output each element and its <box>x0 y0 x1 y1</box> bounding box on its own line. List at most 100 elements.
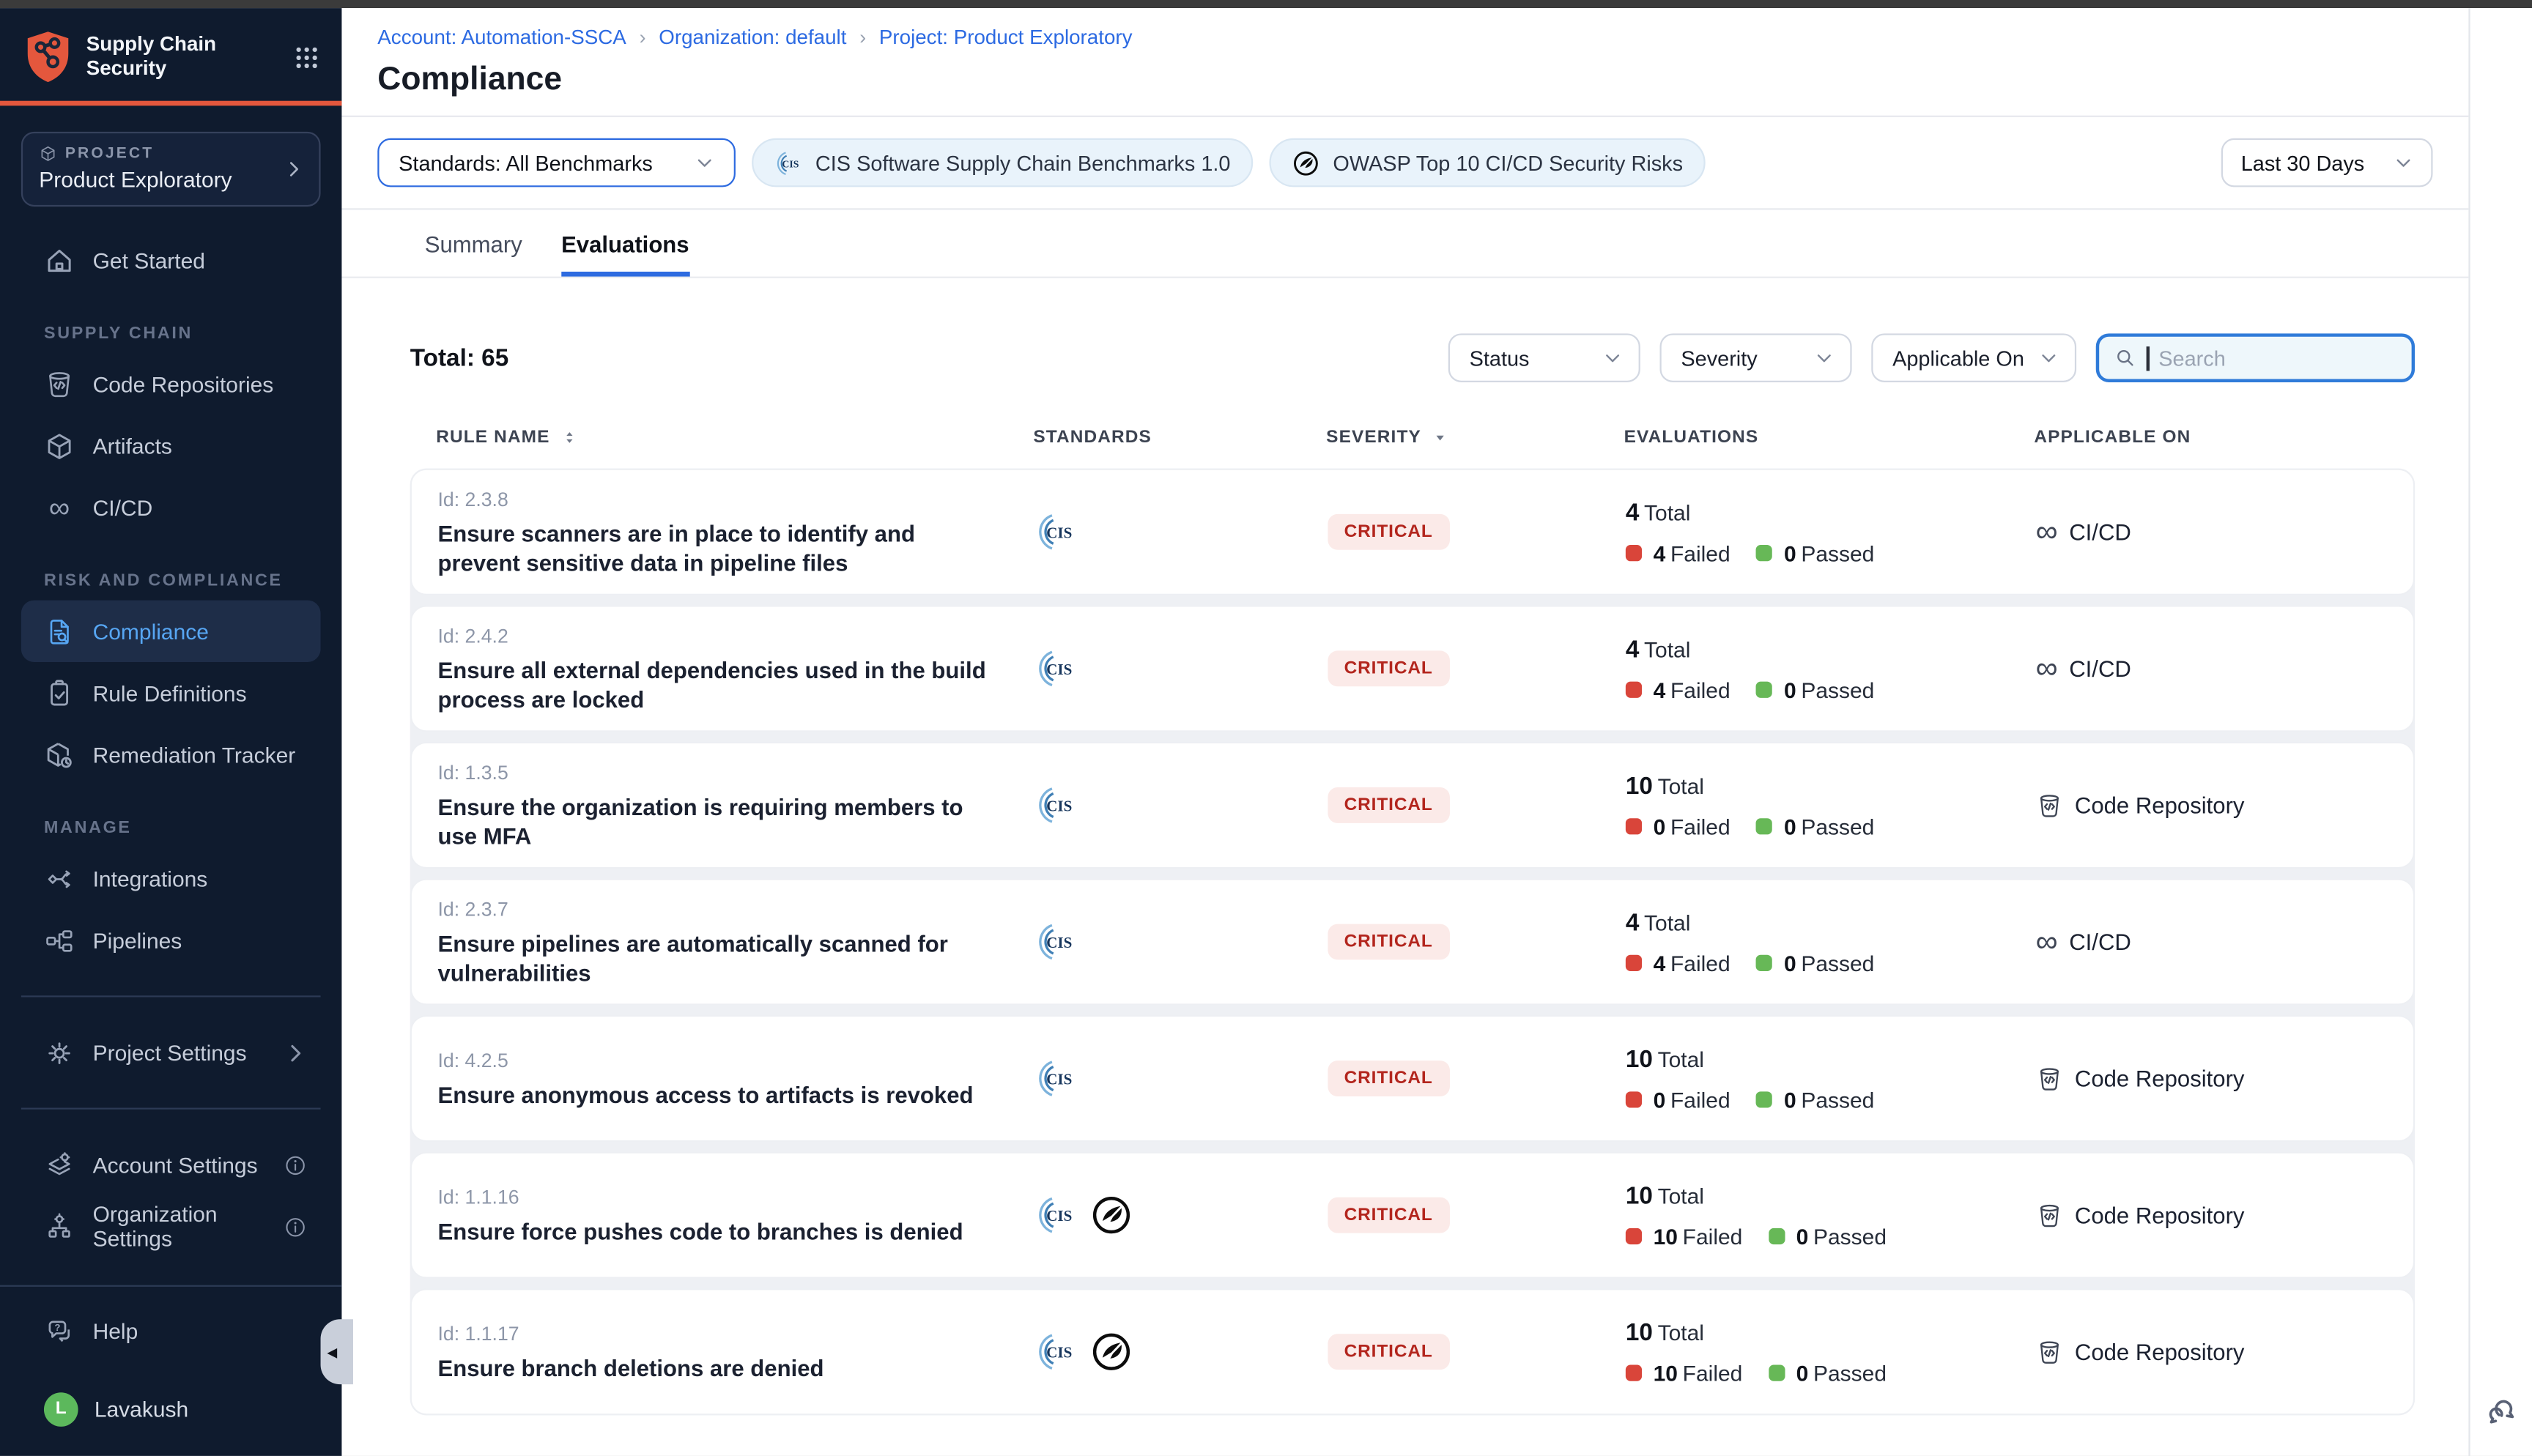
total-label: Total <box>1658 1320 1704 1344</box>
sidebar-item-get-started[interactable]: Get Started <box>21 229 321 291</box>
table-row[interactable]: Id: 1.1.17 Ensure branch deletions are d… <box>410 1288 2415 1415</box>
code-repository-icon <box>2036 1338 2064 1366</box>
browser-edge-bar <box>0 0 2532 8</box>
table-row[interactable]: Id: 2.4.2 Ensure all external dependenci… <box>410 605 2415 732</box>
standards-cell <box>1035 921 1328 963</box>
total-label: Total <box>1644 500 1690 524</box>
failed-label: Failed <box>1683 1224 1743 1248</box>
sidebar-item-rule-definitions[interactable]: Rule Definitions <box>21 662 321 724</box>
standards-cell <box>1035 784 1328 827</box>
sidebar-item-help[interactable]: Help <box>21 1300 321 1362</box>
sort-icon[interactable] <box>560 428 580 447</box>
tab-summary[interactable]: Summary <box>425 231 522 276</box>
filter-bar: Standards: All Benchmarks CIS Software S… <box>341 117 2468 210</box>
standards-cell <box>1035 1194 1328 1236</box>
tab-evaluations[interactable]: Evaluations <box>561 231 689 276</box>
status-filter-label: Status <box>1470 346 1530 370</box>
passed-label: Passed <box>1813 1361 1887 1385</box>
search-input[interactable]: Search <box>2096 333 2415 382</box>
breadcrumb-project-link[interactable]: Project: Product Exploratory <box>879 26 1133 49</box>
total-value: 10 <box>1626 772 1653 800</box>
severity-filter-dropdown[interactable]: Severity <box>1660 333 1852 382</box>
standards-dropdown[interactable]: Standards: All Benchmarks <box>377 138 736 187</box>
breadcrumb-separator: › <box>640 26 646 49</box>
breadcrumb-organization-link[interactable]: Organization: default <box>659 26 846 49</box>
passed-swatch <box>1756 1091 1772 1107</box>
table-row[interactable]: Id: 4.2.5 Ensure anonymous access to art… <box>410 1015 2415 1142</box>
code-repositories-icon <box>44 368 75 399</box>
passed-value: 0 <box>1796 1361 1809 1385</box>
sidebar-item-account-settings[interactable]: Account Settings <box>21 1134 321 1195</box>
rule-name-cell: Id: 1.1.17 Ensure branch deletions are d… <box>437 1322 1034 1382</box>
applicable-on-label: Code Repository <box>2075 1202 2245 1228</box>
app-switcher-icon[interactable] <box>293 43 321 71</box>
passed-swatch <box>1769 1228 1785 1244</box>
table-row[interactable]: Id: 1.3.5 Ensure the organization is req… <box>410 742 2415 869</box>
date-range-dropdown[interactable]: Last 30 Days <box>2221 138 2432 187</box>
failed-value: 4 <box>1654 677 1666 702</box>
sort-desc-icon[interactable] <box>1431 428 1451 447</box>
integrations-icon <box>44 863 75 894</box>
applicable-on-label: CI/CD <box>2069 519 2131 546</box>
search-icon <box>2114 346 2136 369</box>
failed-swatch <box>1626 545 1642 561</box>
avatar: L <box>44 1392 78 1426</box>
sidebar-item-compliance[interactable]: Compliance <box>21 601 321 662</box>
rule-id: Id: 2.3.8 <box>437 487 1034 510</box>
brand-title: Supply Chain Security <box>86 32 280 81</box>
failed-stat: 0Failed <box>1626 814 1730 839</box>
owasp-icon <box>1090 1331 1133 1373</box>
breadcrumb-account-link[interactable]: Account: Automation-SSCA <box>377 26 626 49</box>
table-row[interactable]: Id: 1.1.16 Ensure force pushes code to b… <box>410 1152 2415 1279</box>
failed-swatch <box>1626 1091 1642 1107</box>
sidebar-item-code-repositories[interactable]: Code Repositories <box>21 353 321 415</box>
sidebar-item-project-settings[interactable]: Project Settings <box>21 1022 321 1083</box>
column-severity[interactable]: SEVERITY <box>1326 428 1624 447</box>
rule-name: Ensure pipelines are automatically scann… <box>437 928 999 987</box>
failed-value: 10 <box>1654 1361 1678 1385</box>
column-applicable-on: APPLICABLE ON <box>2034 428 2415 447</box>
applicable-on-filter-dropdown[interactable]: Applicable On <box>1871 333 2076 382</box>
standards-cell <box>1035 647 1328 690</box>
failed-value: 0 <box>1654 814 1666 839</box>
cis-icon <box>1035 647 1078 690</box>
failed-stat: 10Failed <box>1626 1361 1743 1385</box>
sidebar-item-integrations[interactable]: Integrations <box>21 847 321 909</box>
sidebar-item-artifacts[interactable]: Artifacts <box>21 415 321 476</box>
benchmark-chip-owasp[interactable]: OWASP Top 10 CI/CD Security Risks <box>1270 138 1706 187</box>
passed-label: Passed <box>1801 541 1874 565</box>
info-icon[interactable] <box>283 1214 307 1238</box>
applicable-on-cell: Code Repository <box>2036 1201 2413 1229</box>
sidebar-item-label: Rule Definitions <box>93 681 247 705</box>
passed-value: 0 <box>1784 951 1796 975</box>
feedback-chat-icon[interactable] <box>2483 1392 2520 1430</box>
tab-bar: Summary Evaluations <box>341 210 2468 278</box>
severity-cell: CRITICAL <box>1328 514 1625 550</box>
user-menu[interactable]: L Lavakush <box>21 1381 321 1437</box>
sidebar-item-pipelines[interactable]: Pipelines <box>21 910 321 971</box>
chevron-down-icon <box>695 153 715 173</box>
sidebar-item-remediation-tracker[interactable]: Remediation Tracker <box>21 724 321 785</box>
sidebar-item-organization-settings[interactable]: Organization Settings <box>21 1195 321 1257</box>
owasp-icon <box>1090 1194 1133 1236</box>
failed-stat: 4Failed <box>1626 951 1730 975</box>
passed-label: Passed <box>1801 677 1874 702</box>
passed-swatch <box>1756 545 1772 561</box>
benchmark-chip-cis[interactable]: CIS Software Supply Chain Benchmarks 1.0 <box>752 138 1253 187</box>
total-label: Total <box>1658 1047 1704 1071</box>
code-repository-icon <box>2036 1201 2064 1229</box>
page-title: Compliance <box>377 62 2429 99</box>
column-rule-name[interactable]: RULE NAME <box>436 428 1033 447</box>
project-selector[interactable]: PROJECT Product Exploratory <box>21 132 321 207</box>
severity-badge: CRITICAL <box>1328 1061 1449 1096</box>
info-icon[interactable] <box>283 1153 307 1177</box>
sidebar-nav: Get Started SUPPLY CHAIN Code Repositori… <box>0 229 341 1258</box>
sidebar-collapse-handle[interactable]: ◀ <box>321 1319 353 1384</box>
sidebar-item-ci-cd[interactable]: ∞CI/CD <box>21 477 321 538</box>
rule-name-cell: Id: 1.3.5 Ensure the organization is req… <box>437 760 1034 850</box>
table-row[interactable]: Id: 2.3.8 Ensure scanners are in place t… <box>410 469 2415 595</box>
status-filter-dropdown[interactable]: Status <box>1448 333 1640 382</box>
severity-badge: CRITICAL <box>1328 514 1449 550</box>
applicable-on-cell: Code Repository <box>2036 792 2413 820</box>
table-row[interactable]: Id: 2.3.7 Ensure pipelines are automatic… <box>410 878 2415 1005</box>
